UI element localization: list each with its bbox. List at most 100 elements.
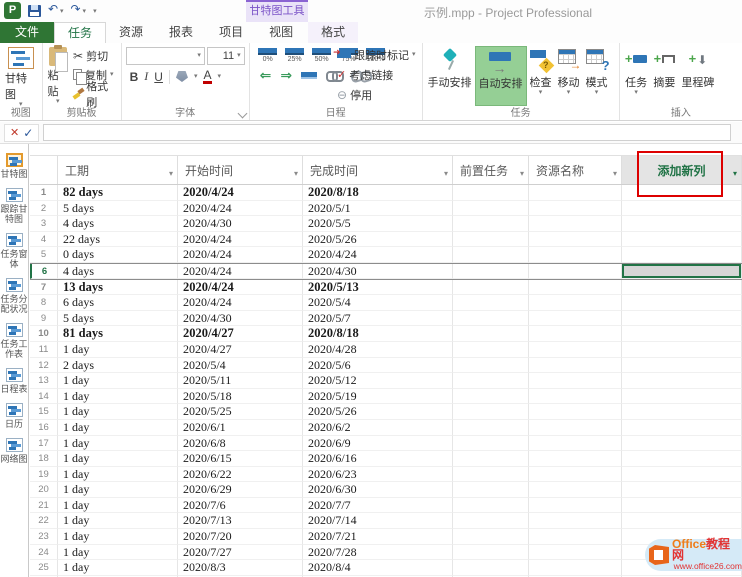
duration-cell[interactable]: 5 days: [58, 310, 178, 327]
tab-view[interactable]: 视图: [256, 22, 306, 43]
resource-names-cell[interactable]: [529, 295, 622, 311]
tab-resource[interactable]: 资源: [106, 22, 156, 43]
task-mode-button[interactable]: ? 模式 ▾: [583, 46, 611, 106]
resource-names-cell[interactable]: [529, 529, 622, 545]
duration-cell[interactable]: 0 days: [58, 247, 178, 263]
resource-names-cell[interactable]: [529, 466, 622, 483]
sidebar-item-1[interactable]: 甘特图: [0, 153, 28, 179]
start-date-cell[interactable]: 2020/4/24: [178, 295, 303, 311]
add-new-column-cell[interactable]: [622, 373, 742, 389]
predecessors-cell[interactable]: [453, 263, 529, 279]
percent-complete-button[interactable]: 50%: [310, 48, 334, 63]
start-date-cell[interactable]: 2020/5/18: [178, 388, 303, 405]
inspect-button[interactable]: ? 检查 ▾: [527, 46, 555, 106]
insert-milestone-button[interactable]: + ⬇ 里程碑: [678, 46, 717, 106]
start-date-cell[interactable]: 2020/6/15: [178, 451, 303, 467]
column-header-start[interactable]: 开始时间 ▾: [178, 156, 303, 184]
start-date-cell[interactable]: 2020/5/25: [178, 404, 303, 420]
insert-summary-button[interactable]: + 摘要: [650, 46, 678, 106]
duration-cell[interactable]: 1 day: [58, 451, 178, 467]
sidebar-item-7[interactable]: 日历: [0, 403, 28, 429]
start-date-cell[interactable]: 2020/4/27: [178, 326, 303, 342]
finish-date-cell[interactable]: 2020/5/4: [303, 295, 453, 311]
tab-file[interactable]: 文件: [0, 22, 55, 43]
add-new-column-cell[interactable]: [622, 295, 742, 311]
filter-dropdown-icon[interactable]: ▾: [169, 169, 173, 178]
predecessors-cell[interactable]: [453, 357, 529, 374]
duration-cell[interactable]: 1 day: [58, 544, 178, 561]
finish-date-cell[interactable]: 2020/4/28: [303, 341, 453, 358]
row-number-cell[interactable]: 8: [30, 295, 58, 311]
sidebar-item-3[interactable]: 任务窗体: [0, 233, 28, 269]
sidebar-item-5[interactable]: 任务工作表: [0, 323, 28, 359]
row-number-cell[interactable]: 2: [30, 200, 58, 217]
resource-names-cell[interactable]: [529, 200, 622, 217]
sidebar-item-6[interactable]: 日程表: [0, 368, 28, 394]
add-new-column-cell[interactable]: [622, 419, 742, 436]
resource-names-cell[interactable]: [529, 279, 622, 296]
font-color-button[interactable]: A: [203, 69, 212, 84]
finish-date-cell[interactable]: 2020/5/5: [303, 216, 453, 232]
duration-cell[interactable]: 1 day: [58, 560, 178, 576]
resource-names-cell[interactable]: [529, 216, 622, 232]
percent-complete-button[interactable]: 0%: [256, 48, 280, 63]
sidebar-item-4[interactable]: 任务分配状况: [0, 278, 28, 314]
sidebar-item-2[interactable]: 跟踪甘特图: [0, 188, 28, 224]
add-new-column-cell[interactable]: [622, 185, 742, 201]
duration-cell[interactable]: 1 day: [58, 373, 178, 389]
start-date-cell[interactable]: 2020/4/24: [178, 279, 303, 296]
row-number-cell[interactable]: 4: [30, 231, 58, 248]
duration-cell[interactable]: 22 days: [58, 231, 178, 248]
predecessors-cell[interactable]: [453, 482, 529, 498]
mark-on-track-button[interactable]: 跟踪时标记 ▾: [333, 45, 418, 64]
redo-icon[interactable]: ↷ ▾: [71, 3, 87, 18]
resource-names-cell[interactable]: [529, 357, 622, 374]
duration-cell[interactable]: 1 day: [58, 404, 178, 420]
tab-task[interactable]: 任务: [54, 22, 107, 43]
percent-complete-button[interactable]: 25%: [283, 48, 307, 63]
row-number-cell[interactable]: 20: [30, 482, 58, 498]
finish-date-cell[interactable]: 2020/6/16: [303, 451, 453, 467]
undo-icon[interactable]: ↶ ▾: [48, 3, 64, 18]
predecessors-cell[interactable]: [453, 560, 529, 576]
finish-date-cell[interactable]: 2020/5/13: [303, 279, 453, 296]
row-number-cell[interactable]: 3: [30, 216, 58, 232]
add-new-column-cell[interactable]: [622, 200, 742, 217]
resource-names-cell[interactable]: [529, 185, 622, 201]
start-date-cell[interactable]: 2020/7/6: [178, 497, 303, 514]
resource-names-cell[interactable]: [529, 513, 622, 530]
save-icon[interactable]: [28, 4, 41, 17]
row-number-corner[interactable]: [30, 156, 58, 184]
resource-names-cell[interactable]: [529, 404, 622, 420]
add-new-column-cell[interactable]: [622, 451, 742, 467]
column-header-finish[interactable]: 完成时间 ▾: [303, 156, 453, 184]
font-name-combobox[interactable]: ▾: [125, 47, 205, 65]
column-header-add-new-column[interactable]: 添加新列 ▾: [622, 156, 742, 184]
duration-cell[interactable]: 81 days: [58, 326, 178, 342]
row-number-cell[interactable]: 9: [30, 310, 58, 327]
tab-format[interactable]: 格式: [308, 22, 359, 43]
start-date-cell[interactable]: 2020/4/24: [178, 185, 303, 201]
add-new-column-cell[interactable]: [622, 310, 742, 327]
filter-dropdown-icon[interactable]: ▾: [294, 169, 298, 178]
start-date-cell[interactable]: 2020/4/27: [178, 341, 303, 358]
start-date-cell[interactable]: 2020/6/29: [178, 482, 303, 498]
duration-cell[interactable]: 1 day: [58, 419, 178, 436]
project-app-icon[interactable]: P: [4, 2, 21, 19]
finish-date-cell[interactable]: 2020/5/7: [303, 310, 453, 327]
resource-names-cell[interactable]: [529, 451, 622, 467]
row-number-cell[interactable]: 1: [30, 185, 58, 201]
undo-dropdown-icon[interactable]: ▾: [58, 8, 64, 15]
paste-button[interactable]: 粘贴 ▾: [45, 45, 72, 106]
duration-cell[interactable]: 5 days: [58, 200, 178, 217]
resource-names-cell[interactable]: [529, 326, 622, 342]
finish-date-cell[interactable]: 2020/7/28: [303, 544, 453, 561]
start-date-cell[interactable]: 2020/7/20: [178, 529, 303, 545]
finish-date-cell[interactable]: 2020/7/14: [303, 513, 453, 530]
finish-date-cell[interactable]: 2020/7/7: [303, 497, 453, 514]
indent-task-icon[interactable]: ⇒: [280, 68, 292, 82]
row-number-cell[interactable]: 22: [30, 513, 58, 530]
row-number-cell[interactable]: 11: [30, 341, 58, 358]
add-new-column-cell[interactable]: [622, 279, 742, 296]
add-new-column-cell[interactable]: [622, 466, 742, 483]
